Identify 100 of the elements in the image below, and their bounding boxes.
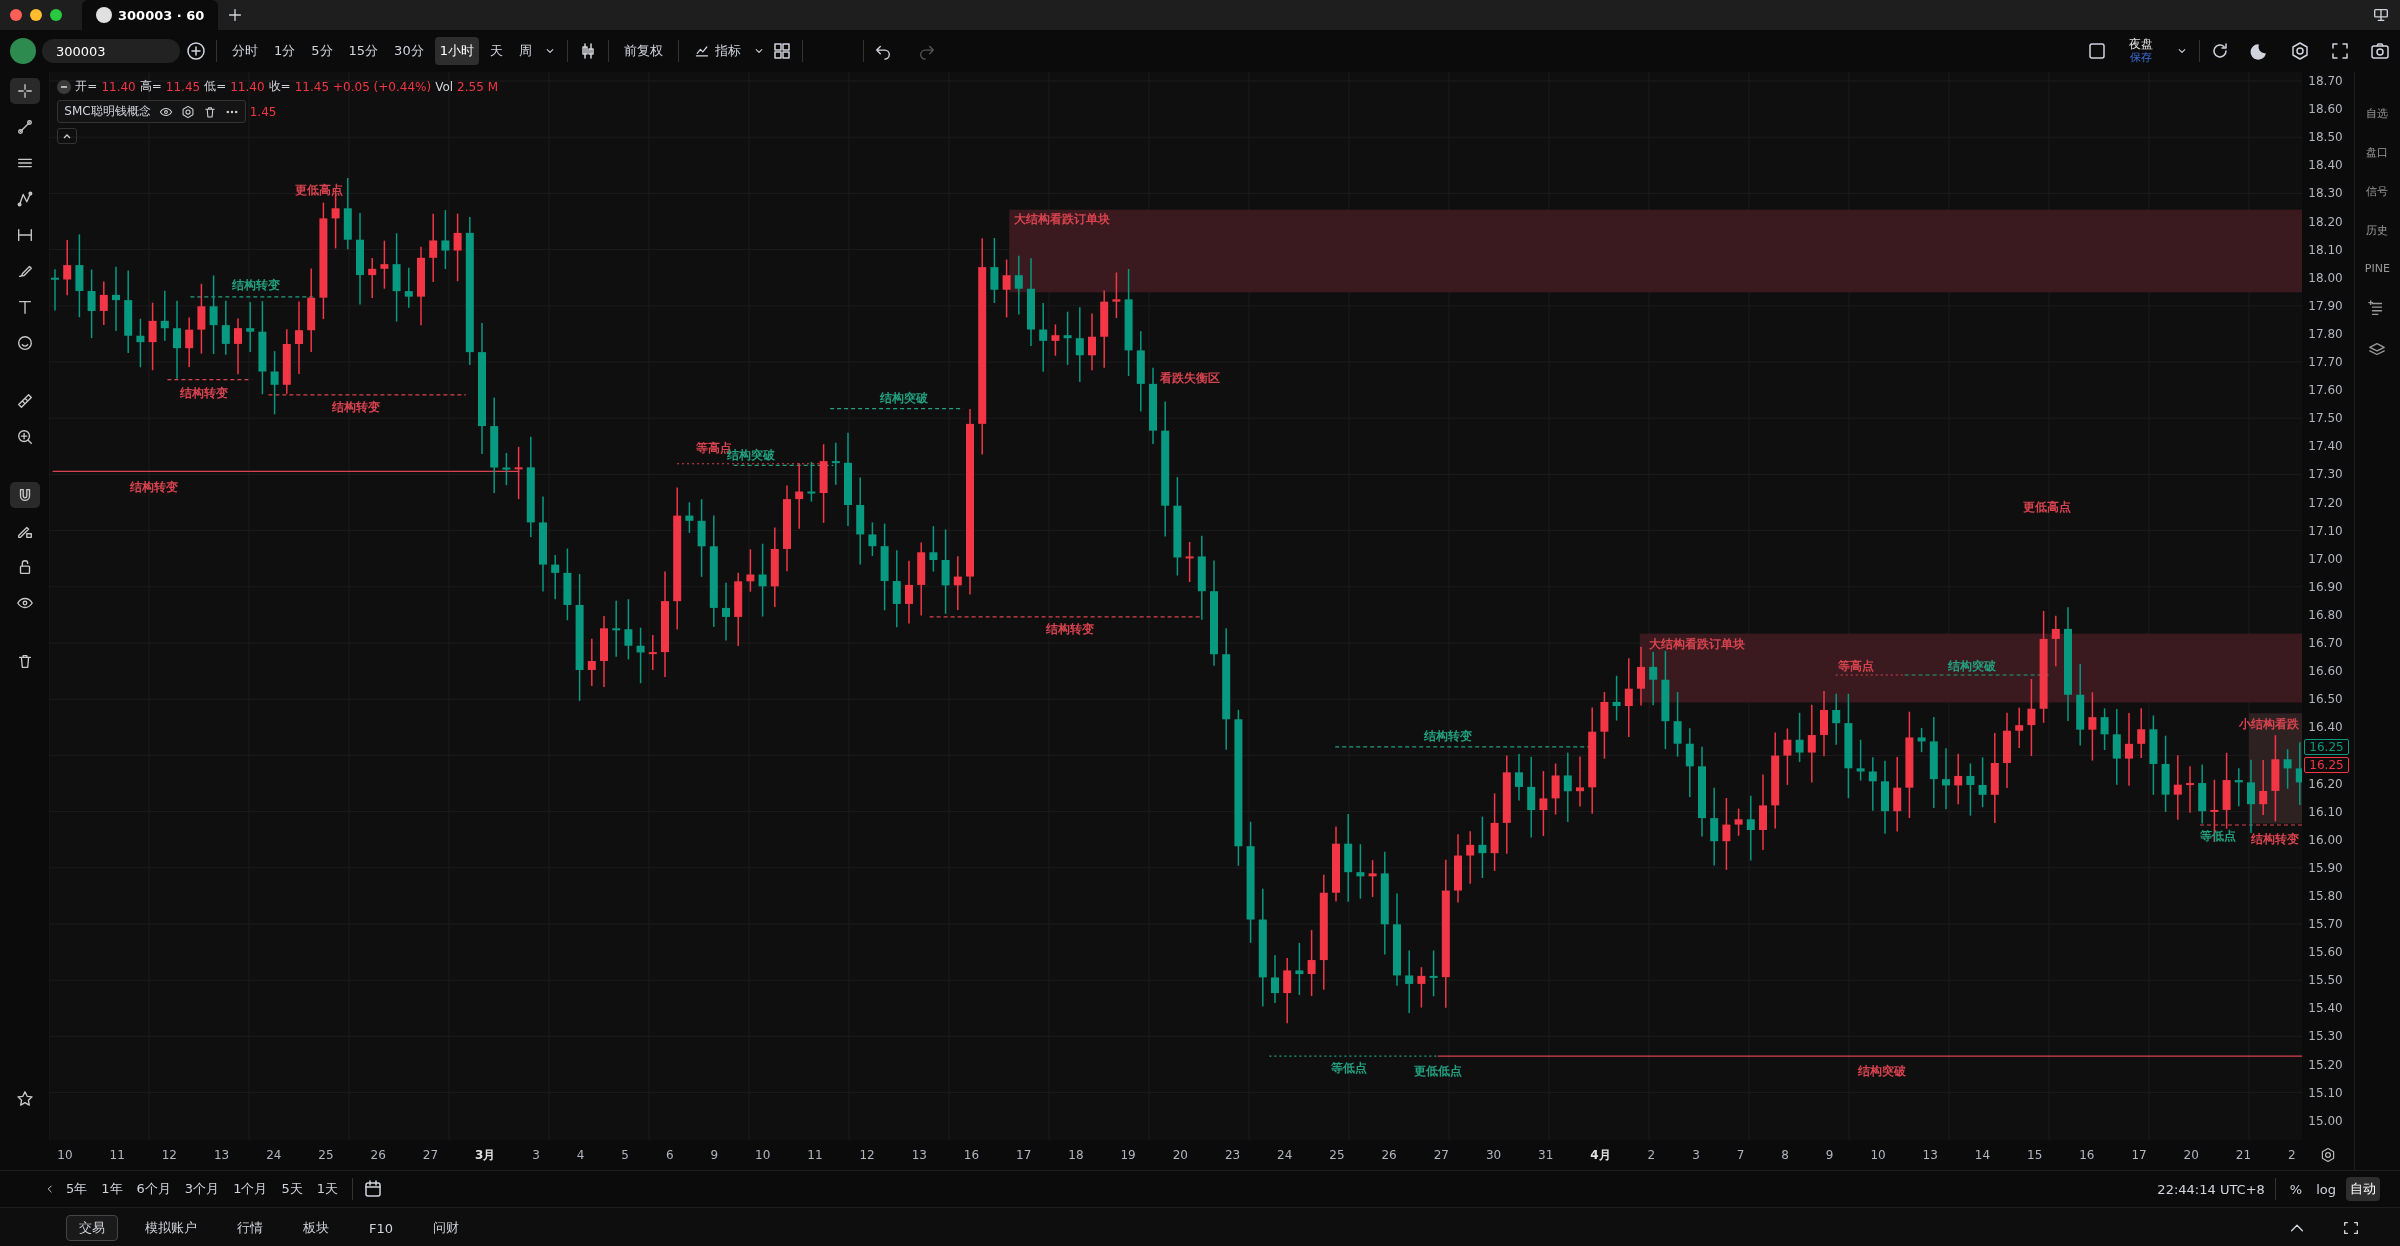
zoom-window-button[interactable] bbox=[50, 9, 62, 21]
pattern-nodes-icon bbox=[15, 190, 34, 208]
crosshair-tool[interactable] bbox=[9, 78, 40, 104]
range-button[interactable]: 1年 bbox=[97, 1177, 127, 1201]
date-label: 11 bbox=[807, 1148, 823, 1162]
browser-tab[interactable]: 300003 · 60 bbox=[82, 0, 219, 30]
range-button[interactable]: 1个月 bbox=[229, 1177, 272, 1201]
price-badge: 16.25 bbox=[2304, 757, 2349, 773]
calendar-icon[interactable] bbox=[362, 1179, 383, 1199]
percent-scale-button[interactable]: % bbox=[2285, 1178, 2307, 1200]
price-change: +0.05 (+0.44%) bbox=[333, 79, 432, 94]
symbol-field[interactable]: 300003 bbox=[42, 39, 180, 63]
interval-tab[interactable]: 5分 bbox=[306, 37, 338, 65]
collapse-legend-icon[interactable] bbox=[57, 79, 72, 94]
price-label: 18.60 bbox=[2308, 102, 2343, 117]
star-icon bbox=[15, 1090, 34, 1108]
price-label: 17.70 bbox=[2308, 355, 2343, 369]
price-label: 15.30 bbox=[2308, 1029, 2343, 1044]
user-avatar[interactable] bbox=[10, 38, 36, 64]
date-label: 4 bbox=[576, 1148, 585, 1162]
interval-tab[interactable]: 1分 bbox=[269, 37, 301, 65]
log-scale-button[interactable]: log bbox=[2312, 1178, 2340, 1200]
price-label: 17.30 bbox=[2308, 467, 2343, 482]
split-view-icon[interactable] bbox=[2372, 6, 2390, 24]
date-label: 26 bbox=[370, 1148, 386, 1162]
bottom-tab[interactable]: 行情 bbox=[224, 1215, 276, 1241]
range-button[interactable]: 1天 bbox=[312, 1177, 342, 1201]
range-button[interactable]: 5年 bbox=[62, 1177, 92, 1201]
sidebar-item[interactable]: 盘口 bbox=[2366, 145, 2389, 160]
date-label: 2 bbox=[2288, 1148, 2296, 1162]
add-symbol-icon[interactable] bbox=[186, 41, 206, 61]
sidebar-item[interactable]: 历史 bbox=[2366, 223, 2389, 238]
price-label: 15.70 bbox=[2308, 917, 2343, 931]
adjustment-button[interactable]: 前复权 bbox=[618, 37, 668, 65]
layout-grid-icon[interactable] bbox=[771, 41, 792, 61]
sidebar-item[interactable]: PINE bbox=[2364, 262, 2390, 275]
ohlc-label: 高= bbox=[139, 78, 162, 95]
interval-tab[interactable]: 30分 bbox=[389, 37, 429, 65]
interval-tab[interactable]: 天 bbox=[484, 37, 508, 65]
maximize-panel-icon[interactable] bbox=[2342, 1219, 2360, 1237]
trend-line-icon bbox=[15, 118, 34, 136]
price-label: 16.60 bbox=[2308, 664, 2343, 679]
ohlc-value: 11.40 bbox=[101, 79, 136, 94]
bottom-tab[interactable]: 模拟账户 bbox=[132, 1215, 210, 1241]
camera-icon[interactable] bbox=[2370, 41, 2390, 61]
chart-label: 结构转变 bbox=[331, 400, 380, 415]
interval-tab[interactable]: 15分 bbox=[343, 37, 384, 65]
range-button[interactable]: 5天 bbox=[277, 1177, 307, 1201]
date-label: 9 bbox=[710, 1148, 719, 1162]
chart-label: 结构突破 bbox=[1948, 658, 1997, 673]
square-icon[interactable] bbox=[2087, 41, 2107, 61]
date-label: 21 bbox=[2235, 1148, 2252, 1162]
indicator-legend[interactable]: SMC聪明钱概念 bbox=[57, 100, 246, 123]
price-label: 17.80 bbox=[2308, 326, 2343, 341]
chart-label: 结构转变 bbox=[232, 277, 281, 292]
chart-label: 结构转变 bbox=[2251, 831, 2300, 846]
bottom-tab[interactable]: 问财 bbox=[420, 1215, 473, 1241]
close-window-button[interactable] bbox=[10, 9, 22, 21]
sidebar-item[interactable]: 自选 bbox=[2366, 106, 2389, 121]
interval-tab[interactable]: 1小时 bbox=[434, 37, 479, 65]
indicators-button[interactable]: 指标 bbox=[688, 37, 746, 65]
price-label: 18.00 bbox=[2308, 270, 2343, 285]
chart-label: 更低高点 bbox=[2023, 499, 2072, 514]
axis-settings-icon[interactable] bbox=[2319, 1147, 2336, 1163]
measure-range-icon bbox=[15, 226, 34, 244]
date-label: 14 bbox=[1974, 1148, 1991, 1162]
bottom-tab[interactable]: 板块 bbox=[290, 1215, 342, 1241]
session-selector[interactable]: 夜盘 保存 bbox=[2113, 38, 2169, 64]
date-label: 3月 bbox=[474, 1146, 496, 1164]
bottom-tab[interactable]: F10 bbox=[356, 1216, 407, 1240]
ohlc-label: 低= bbox=[204, 78, 227, 95]
date-label: 13 bbox=[1922, 1148, 1938, 1162]
price-label: 15.10 bbox=[2308, 1085, 2343, 1100]
date-label: 25 bbox=[318, 1148, 334, 1162]
price-label: 17.60 bbox=[2308, 383, 2343, 398]
price-label: 16.50 bbox=[2308, 692, 2343, 707]
chart-label: 等低点 bbox=[1331, 1061, 1368, 1076]
ruler-icon bbox=[15, 392, 34, 410]
trash-icon[interactable] bbox=[202, 104, 217, 119]
magnet-tool[interactable] bbox=[9, 482, 40, 508]
bottom-tab[interactable]: 交易 bbox=[66, 1215, 118, 1241]
date-label: 10 bbox=[755, 1148, 771, 1162]
collapse-button[interactable] bbox=[57, 128, 78, 144]
chart-label: 结构转变 bbox=[1424, 729, 1473, 744]
fullscreen-icon[interactable] bbox=[2330, 41, 2350, 61]
date-label: 23 bbox=[1224, 1148, 1241, 1162]
auto-scale-button[interactable]: 自动 bbox=[2346, 1177, 2380, 1201]
ohlc-value: 11.45 bbox=[294, 79, 329, 94]
refresh-icon[interactable] bbox=[2210, 41, 2230, 61]
price-label: 16.20 bbox=[2308, 776, 2343, 791]
sidebar-item[interactable]: 信号 bbox=[2366, 184, 2389, 199]
range-button[interactable]: 3个月 bbox=[180, 1177, 224, 1201]
settings-icon[interactable] bbox=[180, 104, 195, 119]
interval-tab[interactable]: 周 bbox=[513, 37, 537, 65]
interval-tab[interactable]: 分时 bbox=[227, 37, 263, 65]
date-label: 12 bbox=[859, 1148, 875, 1162]
ohlc-label: 收= bbox=[268, 78, 291, 95]
settings-icon[interactable] bbox=[2290, 41, 2310, 61]
range-button[interactable]: 6个月 bbox=[132, 1177, 175, 1201]
minimize-window-button[interactable] bbox=[30, 9, 42, 21]
